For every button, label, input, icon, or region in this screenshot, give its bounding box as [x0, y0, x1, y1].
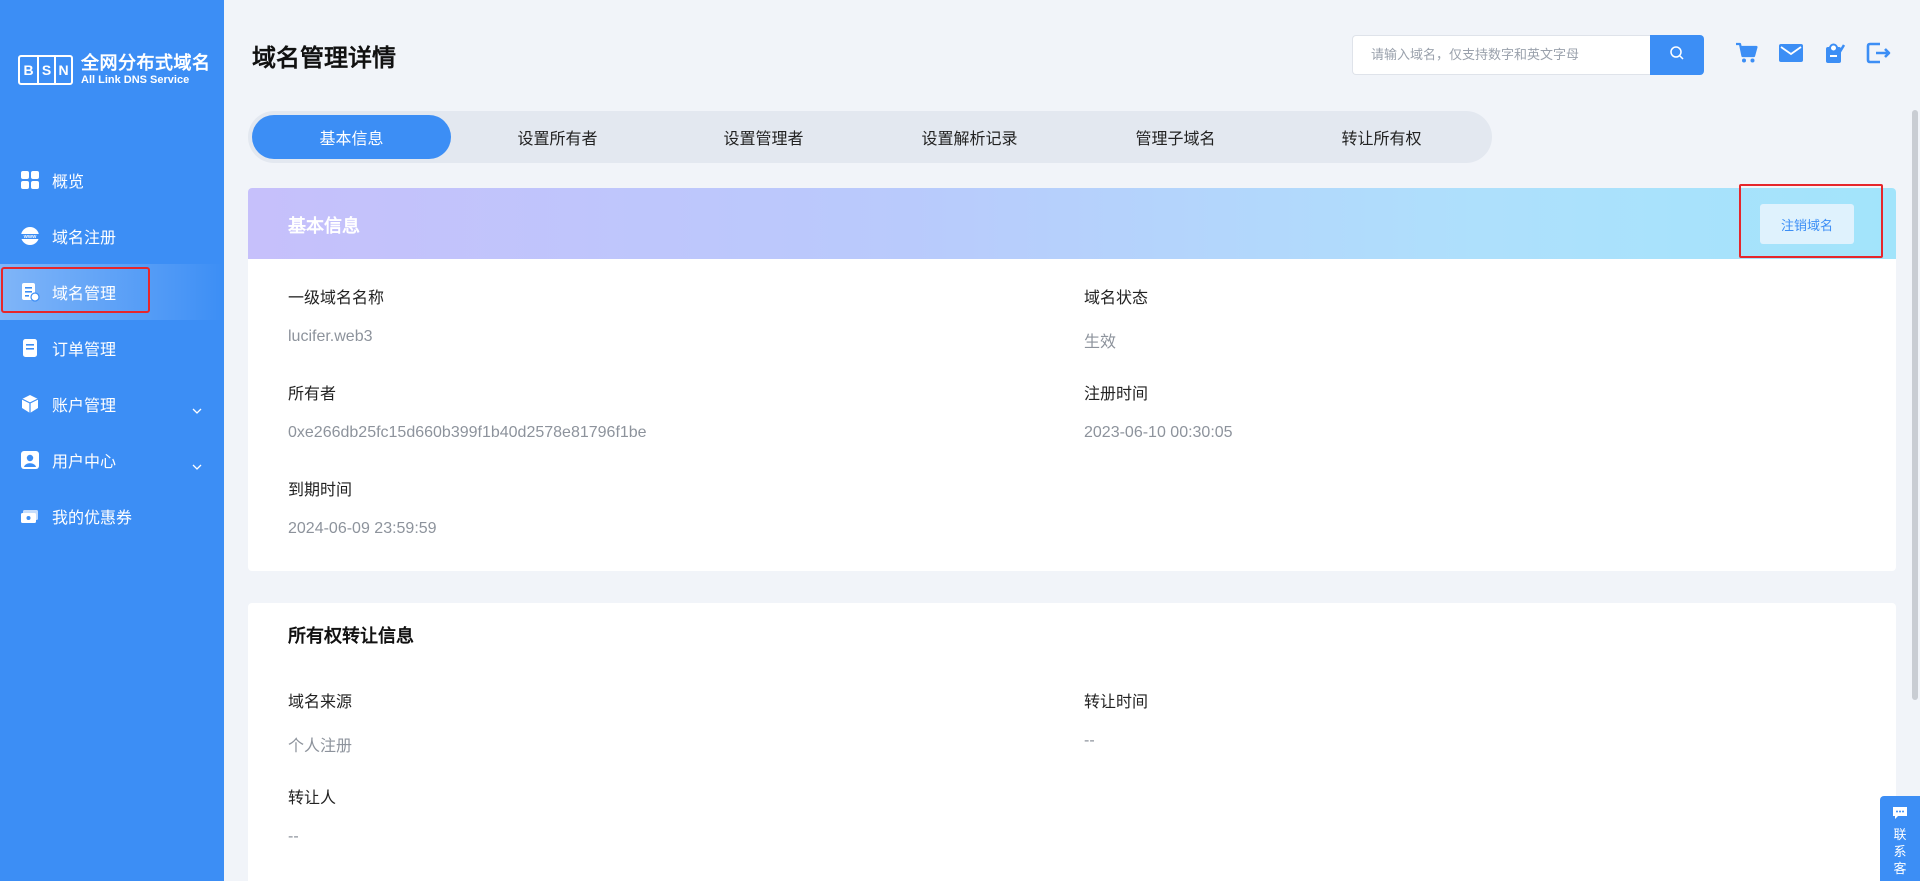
field-label: 转让人 [288, 788, 337, 807]
sidebar-item-label: 用户中心 [52, 452, 117, 471]
sidebar-item-overview[interactable]: 概览 [0, 152, 224, 208]
transfer-time-field: 转让时间 -- [1084, 688, 1148, 750]
domain-status-field: 域名状态 生效 [1084, 284, 1148, 352]
www-icon: WWW [20, 226, 40, 246]
cart-icon[interactable] [1734, 40, 1760, 66]
field-value: lucifer.web3 [288, 328, 373, 345]
field-value: -- [288, 828, 299, 845]
sidebar-item-domain-manage[interactable]: 域名管理 [0, 264, 224, 320]
account-icon [20, 394, 40, 414]
contact-support-button[interactable]: 联系客 [1880, 796, 1920, 881]
tab-manage-subdomains[interactable]: 管理子域名 [1076, 115, 1275, 159]
sidebar-item-domain-register[interactable]: WWW 域名注册 [0, 208, 224, 264]
field-label: 所有者 [288, 384, 337, 403]
field-label: 一级域名名称 [288, 288, 385, 307]
sidebar-item-account-manage[interactable]: 账户管理 [0, 376, 224, 432]
card-title: 所有权转让信息 [288, 626, 414, 647]
logo-title-cn: 全网分布式域名 [81, 53, 211, 74]
search-input[interactable] [1352, 35, 1650, 75]
sidebar-item-label: 域名注册 [52, 228, 117, 247]
field-value: 个人注册 [288, 738, 353, 755]
contact-label: 联系客 [1893, 828, 1907, 877]
page-title: 域名管理详情 [252, 44, 396, 72]
owner-field: 所有者 0xe266db25fc15d660b399f1b40d2578e817… [288, 380, 647, 442]
register-time-field: 注册时间 2023-06-10 00:30:05 [1084, 380, 1233, 442]
search-button[interactable] [1650, 35, 1704, 75]
logout-icon[interactable] [1866, 40, 1892, 66]
field-value: 2023-06-10 00:30:05 [1084, 424, 1233, 441]
order-icon [20, 338, 40, 358]
card-title: 基本信息 [288, 216, 360, 237]
tab-set-manager[interactable]: 设置管理者 [664, 115, 863, 159]
domain-name-field: 一级域名名称 lucifer.web3 [288, 284, 384, 346]
sidebar-nav: 概览 WWW 域名注册 域名管理 订单管理 账户管理 用户中心 我的优惠券 [0, 152, 224, 544]
sidebar-item-label: 账户管理 [52, 396, 117, 415]
logo-letter: S [37, 56, 54, 83]
brand-logo[interactable]: B S N 全网分布式域名 All Link DNS Service [18, 54, 211, 86]
field-label: 域名状态 [1084, 288, 1149, 307]
field-label: 注册时间 [1084, 384, 1149, 403]
tab-bar: 基本信息 设置所有者 设置管理者 设置解析记录 管理子域名 转让所有权 [248, 111, 1492, 163]
tab-set-owner[interactable]: 设置所有者 [458, 115, 657, 159]
logo-title-en: All Link DNS Service [81, 73, 190, 86]
field-value: 0xe266db25fc15d660b399f1b40d2578e81796f1… [288, 424, 647, 441]
sidebar-item-user-center[interactable]: 用户中心 [0, 432, 224, 488]
chevron-down-icon[interactable] [192, 399, 202, 418]
domain-source-field: 域名来源 个人注册 [288, 688, 352, 756]
logo-letter: N [54, 56, 71, 83]
sidebar: B S N 全网分布式域名 All Link DNS Service 概览 WW… [0, 0, 224, 881]
chevron-down-icon[interactable] [192, 455, 202, 474]
field-value: 生效 [1084, 334, 1117, 351]
scrollbar[interactable] [1912, 110, 1918, 700]
tab-set-dns-records[interactable]: 设置解析记录 [870, 115, 1069, 159]
transferor-field: 转让人 -- [288, 784, 336, 846]
header-actions [1734, 40, 1910, 66]
chat-icon [1892, 806, 1908, 825]
tab-basic-info[interactable]: 基本信息 [252, 115, 451, 159]
logo-badge: B S N [18, 54, 73, 85]
search-icon [1669, 45, 1685, 65]
field-value: -- [1084, 732, 1095, 749]
grid-icon [20, 170, 40, 190]
field-label: 域名来源 [288, 692, 353, 711]
transfer-info-card: 所有权转让信息 域名来源 个人注册 转让时间 -- 转让人 -- [248, 603, 1896, 881]
user-icon [20, 450, 40, 470]
field-label: 到期时间 [288, 480, 353, 499]
sidebar-item-label: 订单管理 [52, 340, 117, 359]
highlight-box [1, 267, 150, 313]
sidebar-item-label: 我的优惠券 [52, 508, 133, 527]
card-header: 基本信息 注销域名 [248, 184, 1896, 259]
sidebar-item-coupons[interactable]: 我的优惠券 [0, 488, 224, 544]
coupon-icon [20, 506, 40, 526]
mail-icon[interactable] [1778, 40, 1804, 66]
logo-letter: B [23, 61, 34, 78]
basic-info-card: 基本信息 注销域名 一级域名名称 lucifer.web3 域名状态 生效 所有… [248, 184, 1896, 571]
svg-text:WWW: WWW [24, 234, 37, 239]
tab-transfer-ownership[interactable]: 转让所有权 [1282, 115, 1481, 159]
expire-time-field: 到期时间 2024-06-09 23:59:59 [288, 476, 437, 538]
search-bar [1352, 35, 1704, 75]
field-label: 转让时间 [1084, 692, 1149, 711]
sidebar-item-order-manage[interactable]: 订单管理 [0, 320, 224, 376]
field-value: 2024-06-09 23:59:59 [288, 520, 437, 537]
cancel-domain-button[interactable]: 注销域名 [1760, 204, 1854, 244]
sidebar-item-label: 概览 [52, 172, 85, 191]
certificate-icon[interactable] [1822, 40, 1848, 66]
